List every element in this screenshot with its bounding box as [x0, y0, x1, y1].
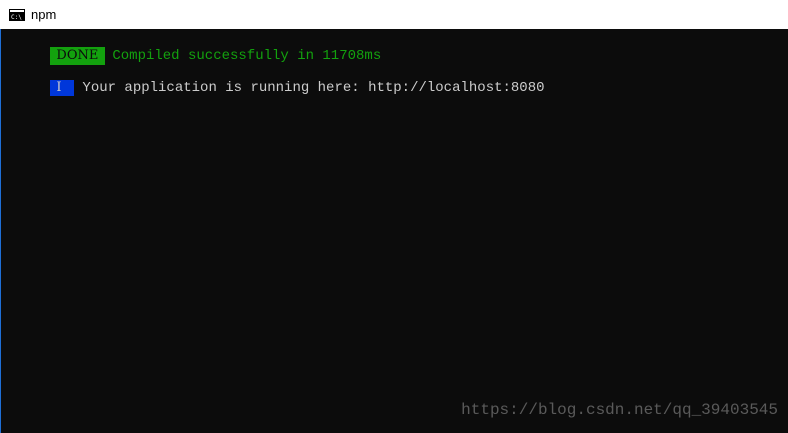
console-line-info: I Your application is running here: http:…	[0, 61, 545, 96]
console-icon: C:\	[9, 8, 25, 21]
window-title: npm	[31, 7, 57, 22]
console-output[interactable]: DONE Compiled successfully in 11708ms I Yo…	[0, 29, 788, 433]
running-message: Your application is running here: http:/…	[82, 80, 545, 96]
title-bar[interactable]: C:\ npm	[0, 0, 788, 29]
watermark-text: https://blog.csdn.net/qq_39403545	[461, 401, 778, 419]
terminal-window: C:\ npm DONE Compiled successfully in 117…	[0, 0, 788, 433]
info-badge: I	[50, 80, 75, 96]
svg-text:C:\: C:\	[11, 14, 22, 21]
console-line-done: DONE Compiled successfully in 11708ms	[0, 29, 381, 65]
